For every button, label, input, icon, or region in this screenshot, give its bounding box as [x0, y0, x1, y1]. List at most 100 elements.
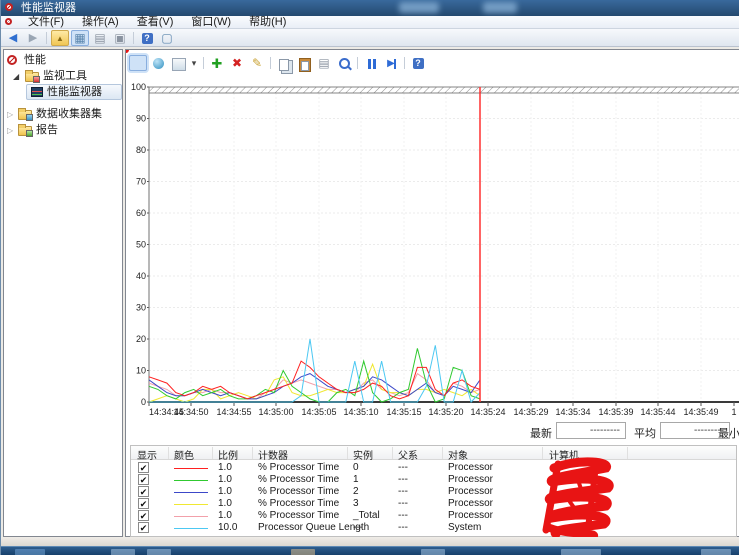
tree-item-label: 数据收集器集	[36, 107, 102, 122]
legend-column-header[interactable]: 计算机	[549, 447, 579, 462]
legend-cell-instance: 0	[353, 462, 359, 474]
legend-cell-counter: % Processor Time	[258, 474, 339, 486]
y-axis-tick-label: 70	[136, 177, 146, 187]
legend-cell-parent: ---	[398, 498, 408, 510]
legend-column-header[interactable]: 颜色	[174, 447, 194, 462]
start-button[interactable]	[15, 549, 45, 555]
menu-item-0[interactable]: 文件(F)	[19, 16, 73, 29]
export-list-icon[interactable]	[51, 30, 69, 46]
legend-column-header[interactable]: 显示	[137, 447, 157, 462]
legend-cell-counter: % Processor Time	[258, 486, 339, 498]
show-counter-checkbox[interactable]: ✔	[138, 510, 149, 521]
taskbar-icon[interactable]	[111, 549, 135, 555]
legend-row[interactable]: ✔1.0% Processor Time2---Processor	[131, 486, 736, 498]
counter-legend-table: 显示 颜色 比例 计数器 实例 父系 对象 计算机 ✔ 1.0 % Processor Time 0 -…	[130, 445, 737, 537]
view-log-data-icon[interactable]	[169, 55, 187, 71]
expander-closed-icon[interactable]: ▷	[7, 107, 13, 122]
highlight-icon[interactable]	[248, 55, 266, 71]
toolbar-separator	[404, 57, 405, 69]
legend-header-row: 显示 颜色 比例 计数器 实例 父系 对象 计算机	[131, 446, 736, 460]
doc-properties-icon[interactable]	[91, 30, 109, 46]
column-separator	[392, 447, 393, 459]
app-icon	[5, 3, 13, 11]
legend-row[interactable]: ✔1.0% Processor Time0---Processor	[131, 462, 736, 474]
x-axis-tick-label: 1	[731, 407, 736, 417]
view-current-activity-icon[interactable]	[149, 55, 167, 71]
legend-cell-scale: 1.0	[218, 498, 232, 510]
reports-folder-icon	[18, 126, 32, 136]
taskbar-icon[interactable]	[147, 549, 171, 555]
legend-row[interactable]: ✔1.0% Processor Time3---Processor	[131, 498, 736, 510]
menu-item-1[interactable]: 操作(A)	[73, 16, 128, 29]
expander-open-icon[interactable]: ◢	[13, 69, 19, 84]
delete-counter-icon[interactable]	[228, 55, 246, 71]
help-icon[interactable]	[138, 30, 156, 46]
legend-cell-parent: ---	[398, 522, 408, 534]
print-icon[interactable]	[111, 30, 129, 46]
taskbar-icon[interactable]	[561, 549, 601, 555]
title-bar[interactable]: 性能监视器	[1, 0, 739, 16]
performance-monitor-window: 性能监视器 文件(F)操作(A)查看(V)窗口(W)帮助(H) 性能 ◢ 监视工…	[0, 0, 739, 555]
performance-line-chart: 100908070605040302010014:34:4514:34:5014…	[126, 79, 739, 419]
show-counter-checkbox[interactable]: ✔	[138, 486, 149, 497]
freeze-display-icon[interactable]	[362, 55, 380, 71]
expander-closed-icon[interactable]: ▷	[7, 123, 13, 138]
help-icon[interactable]	[409, 55, 427, 71]
counter-color-swatch	[174, 480, 208, 481]
y-axis-tick-label: 50	[136, 240, 146, 250]
window-bottom-edge	[1, 537, 739, 546]
paste-counter-list-icon[interactable]	[295, 55, 313, 71]
legend-column-header[interactable]: 对象	[448, 447, 468, 462]
column-separator	[212, 447, 213, 459]
copy-properties-icon[interactable]	[275, 55, 293, 71]
show-counter-checkbox[interactable]: ✔	[138, 498, 149, 509]
blurred-title-text	[399, 2, 439, 13]
show-counter-checkbox[interactable]: ✔	[138, 522, 149, 533]
x-axis-tick-label: 14:35:00	[258, 407, 293, 417]
update-data-icon[interactable]	[382, 55, 400, 71]
main-toolbar	[1, 29, 739, 47]
legend-cell-object: Processor	[448, 498, 493, 510]
tree-item-label: 监视工具	[43, 69, 87, 84]
legend-column-header[interactable]: 比例	[218, 447, 238, 462]
tree-root-label: 性能	[24, 53, 46, 68]
x-axis-tick-label: 14:35:29	[513, 407, 548, 417]
legend-column-header[interactable]: 实例	[353, 447, 373, 462]
add-counter-icon[interactable]	[208, 55, 226, 71]
view-type-icon[interactable]	[129, 55, 147, 71]
legend-cell-parent: ---	[398, 462, 408, 474]
legend-cell-instance: 3	[353, 498, 359, 510]
tree-item-label: 性能监视器	[47, 85, 102, 100]
back-icon[interactable]	[4, 30, 22, 46]
forward-icon[interactable]	[24, 30, 42, 46]
doc-properties-icon[interactable]	[315, 55, 333, 71]
legend-row[interactable]: ✔10.0Processor Queue Length------System	[131, 522, 736, 534]
x-axis-tick-label: 14:35:24	[470, 407, 505, 417]
counter-color-swatch	[174, 528, 208, 529]
dropdown-caret-icon[interactable]	[189, 55, 199, 71]
taskbar-icon[interactable]	[701, 549, 731, 555]
legend-column-header[interactable]: 计数器	[258, 447, 288, 462]
child-window-icon[interactable]	[5, 18, 12, 25]
taskbar-icon[interactable]	[421, 549, 445, 555]
legend-row[interactable]: ✔1.0% Processor Time_Total---Processor	[131, 510, 736, 522]
toolbar-separator	[203, 57, 204, 69]
chart-toolbar	[128, 53, 428, 75]
y-axis-tick-label: 20	[136, 334, 146, 344]
show-counter-checkbox[interactable]: ✔	[138, 474, 149, 485]
zoom-icon[interactable]	[335, 55, 353, 71]
menu-item-3[interactable]: 窗口(W)	[182, 16, 240, 29]
windows-taskbar[interactable]	[1, 546, 739, 555]
menu-item-2[interactable]: 查看(V)	[128, 16, 183, 29]
menu-item-4[interactable]: 帮助(H)	[240, 16, 295, 29]
y-axis-tick-label: 100	[131, 82, 146, 92]
blurred-title-text	[483, 2, 517, 13]
show-counter-checkbox[interactable]: ✔	[138, 462, 149, 473]
show-console-tree-icon[interactable]	[71, 30, 89, 46]
legend-row[interactable]: ✔1.0% Processor Time1---Processor	[131, 474, 736, 486]
legend-column-header[interactable]: 父系	[398, 447, 418, 462]
taskbar-icon[interactable]	[291, 549, 315, 555]
legend-cell-object: Processor	[448, 462, 493, 474]
legend-cell-instance: ---	[353, 522, 363, 534]
show-window-icon[interactable]	[158, 30, 176, 46]
